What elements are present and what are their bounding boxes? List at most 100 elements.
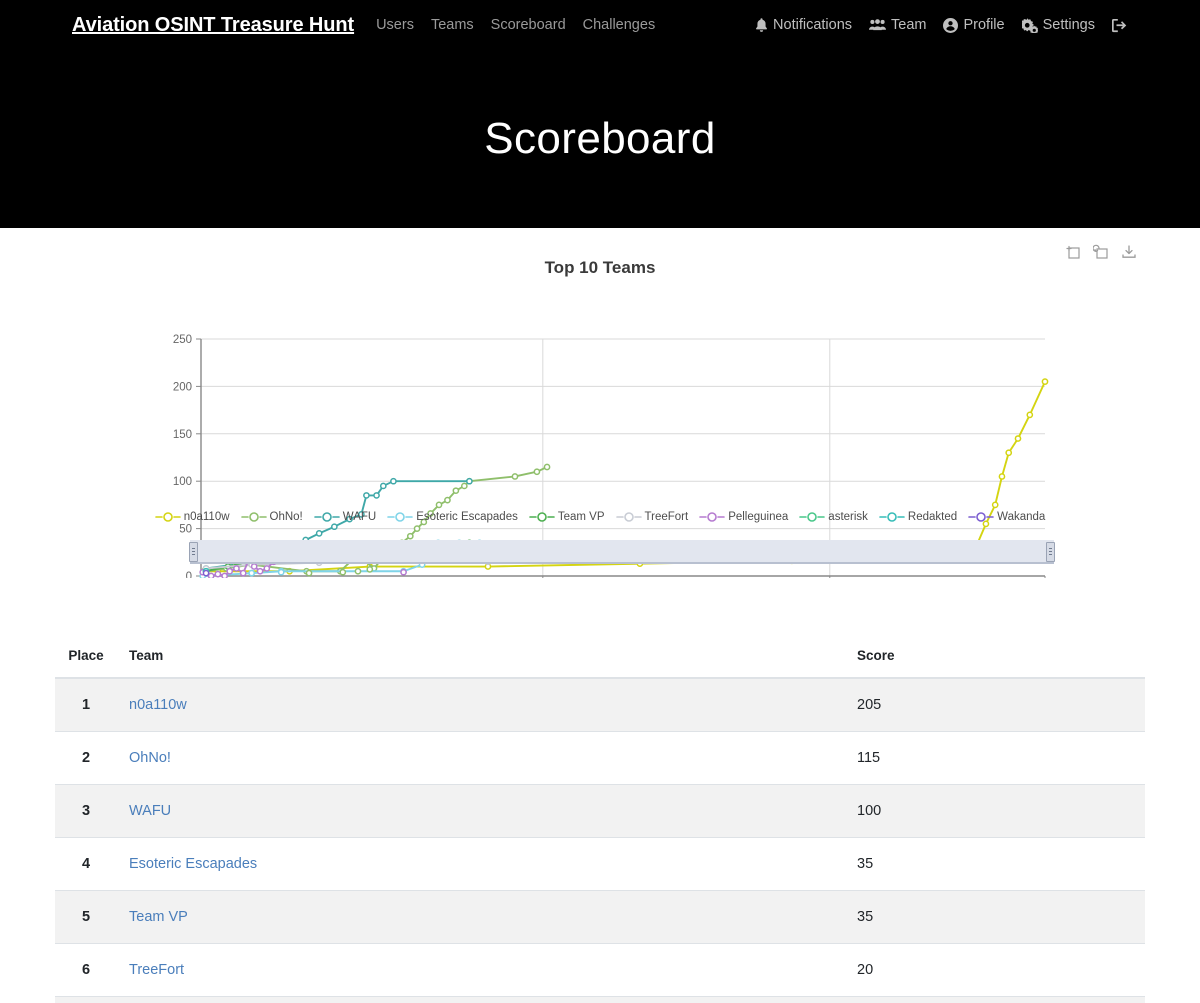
legend-label: OhNo! [269, 511, 303, 523]
svg-text:200: 200 [173, 381, 192, 393]
navigator-handle-left[interactable] [189, 542, 198, 562]
legend-marker-icon [529, 512, 555, 522]
cell-place: 7 [55, 996, 117, 1003]
legend-marker-icon [879, 512, 905, 522]
navbar-right: Notifications Team Profile Settings [755, 0, 1132, 50]
team-link[interactable]: TreeFort [129, 962, 184, 978]
navbar: Aviation OSINT Treasure Hunt Users Teams… [0, 0, 1200, 50]
legend-item[interactable]: Team VP [529, 511, 605, 523]
legend-marker-icon [313, 512, 340, 522]
cell-team: WAFU [117, 784, 845, 838]
scoreboard-chart-card: Top 10 Teams 0 50 100 150 200 250 n0a110… [0, 228, 1200, 638]
main-content: Top 10 Teams 0 50 100 150 200 250 n0a110… [0, 228, 1200, 1003]
cell-score: 15 [845, 996, 1145, 1003]
legend-item[interactable]: OhNo! [240, 511, 303, 523]
nav-link-teams[interactable]: Teams [431, 17, 474, 33]
cell-team: Team VP [117, 890, 845, 944]
legend-marker-icon [387, 512, 414, 522]
chart-svg: 05010015020025002:0708-0812:0008-0800:00… [173, 334, 1049, 578]
cell-team: OhNo! [117, 731, 845, 785]
column-header-place: Place [55, 638, 117, 679]
nav-item-logout[interactable] [1112, 18, 1132, 33]
legend-item[interactable]: Pelleguinea [699, 511, 788, 523]
nav-item-label: Settings [1042, 17, 1095, 33]
table-head: Place Team Score [55, 638, 1145, 679]
table-row: 3 WAFU 100 [55, 784, 1145, 838]
nav-item-profile[interactable]: Profile [943, 17, 1005, 33]
legend-item[interactable]: WAFU [313, 511, 377, 523]
nav-item-notifications[interactable]: Notifications [755, 17, 852, 33]
cell-place: 3 [55, 784, 117, 838]
nav-link-scoreboard[interactable]: Scoreboard [491, 17, 566, 33]
team-link[interactable]: OhNo! [129, 750, 171, 766]
legend-item[interactable]: Esoteric Escapades [387, 511, 518, 523]
nav-item-label: Notifications [773, 17, 853, 33]
legend-item[interactable]: asterisk [799, 511, 868, 523]
cell-team: Pelleguinea [117, 996, 845, 1003]
hero-section: Scoreboard [0, 50, 1200, 228]
svg-text:50: 50 [179, 524, 192, 536]
zoom-pan-icon[interactable] [1064, 243, 1082, 261]
reset-zoom-icon[interactable] [1092, 243, 1110, 261]
cell-place: 6 [55, 943, 117, 997]
cell-place: 5 [55, 890, 117, 944]
legend-item[interactable]: Wakanda [968, 511, 1045, 523]
table-row: 2 OhNo! 115 [55, 731, 1145, 785]
cell-score: 35 [845, 837, 1145, 891]
legend-label: Wakanda [997, 511, 1046, 523]
legend-label: Team VP [557, 511, 605, 523]
bell-icon [755, 17, 768, 33]
team-link[interactable]: WAFU [129, 803, 171, 819]
team-link[interactable]: n0a110w [129, 697, 187, 713]
chart-legend: n0a110w OhNo! WAFU Esoteric Escapades Team V… [0, 511, 1200, 523]
table-row: 5 Team VP 35 [55, 890, 1145, 944]
nav-link-users[interactable]: Users [376, 17, 414, 33]
nav-item-label: Profile [963, 17, 1005, 33]
nav-item-label: Team [891, 17, 927, 33]
chart-range-navigator[interactable] [189, 540, 1055, 568]
logout-icon [1112, 18, 1127, 33]
legend-marker-icon [799, 512, 826, 522]
chart-plot-area[interactable]: 05010015020025002:0708-0812:0008-0800:00… [0, 278, 1200, 578]
navigator-track[interactable] [190, 540, 1054, 564]
legend-marker-icon [615, 512, 642, 522]
legend-label: Esoteric Escapades [416, 511, 518, 523]
cell-score: 115 [845, 731, 1145, 785]
legend-marker-icon [699, 512, 725, 522]
legend-label: WAFU [342, 511, 377, 523]
column-header-team: Team [117, 638, 845, 679]
table-row: 4 Esoteric Escapades 35 [55, 837, 1145, 891]
cell-score: 100 [845, 784, 1145, 838]
team-link[interactable]: Esoteric Escapades [129, 856, 257, 872]
cell-team: TreeFort [117, 943, 845, 997]
table-row: 7Pelleguinea15 [55, 996, 1145, 1003]
svg-text:150: 150 [173, 429, 192, 441]
nav-item-team[interactable]: Team [869, 17, 926, 33]
team-link[interactable]: Team VP [129, 909, 188, 925]
scoreboard-table: Place Team Score 1 n0a110w 205 2 OhNo! 115 3 WA… [55, 638, 1145, 1003]
navbar-links: Users Teams Scoreboard Challenges [376, 17, 655, 33]
nav-item-settings[interactable]: Settings [1021, 17, 1095, 33]
table-body: 1 n0a110w 205 2 OhNo! 115 3 WAFU 100 4 Esoteric Es… [55, 678, 1145, 1003]
legend-label: n0a110w [183, 511, 230, 523]
user-circle-icon [943, 17, 959, 33]
cell-score: 35 [845, 890, 1145, 944]
table-row: 1 n0a110w 205 [55, 678, 1145, 732]
legend-marker-icon [968, 512, 994, 522]
legend-label: asterisk [828, 511, 868, 523]
cell-place: 1 [55, 678, 117, 732]
legend-item[interactable]: Redakted [879, 511, 957, 523]
navbar-brand[interactable]: Aviation OSINT Treasure Hunt [72, 14, 354, 37]
table-row: 6 TreeFort 20 [55, 943, 1145, 997]
page-title: Scoreboard [484, 114, 716, 163]
users-group-icon [869, 18, 887, 32]
navigator-handle-right[interactable] [1046, 542, 1055, 562]
legend-item[interactable]: TreeFort [615, 511, 688, 523]
nav-link-challenges[interactable]: Challenges [583, 17, 656, 33]
cell-place: 2 [55, 731, 117, 785]
chart-toolbar [1064, 243, 1138, 261]
column-header-score: Score [845, 638, 1145, 679]
legend-item[interactable]: n0a110w [154, 511, 230, 523]
download-icon[interactable] [1120, 243, 1138, 261]
legend-label: Pelleguinea [728, 511, 789, 523]
